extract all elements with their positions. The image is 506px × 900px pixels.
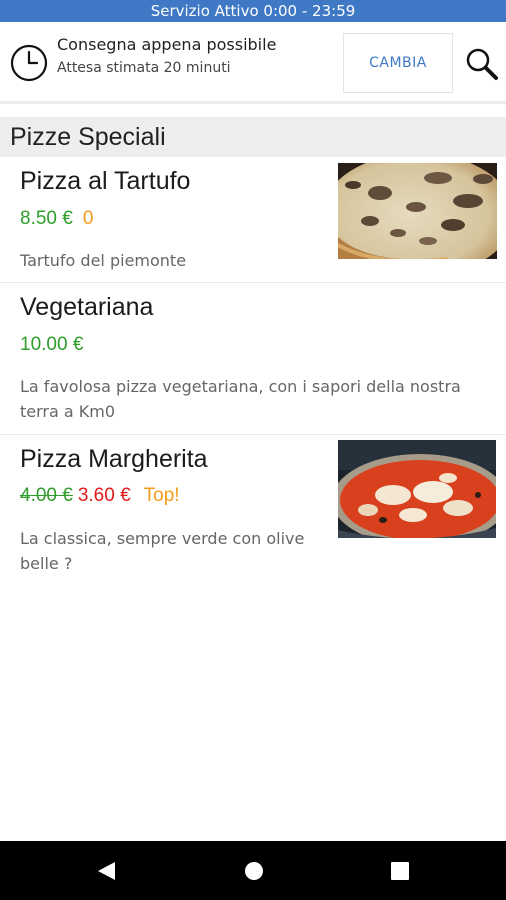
item-price-row: 8.50 € 0 xyxy=(20,208,93,230)
item-old-price: 4.00 € xyxy=(20,485,73,506)
delivery-header: Consegna appena possibile Attesa stimata… xyxy=(0,22,506,104)
clock-icon xyxy=(10,44,48,82)
menu-item-vegetariana[interactable]: Vegetariana 10.00 € La favolosa pizza ve… xyxy=(0,283,506,435)
system-navigation-bar xyxy=(0,841,506,900)
recents-icon[interactable] xyxy=(390,861,410,881)
home-icon[interactable] xyxy=(243,860,265,882)
item-name: Vegetariana xyxy=(20,293,154,321)
item-extra-badge: 0 xyxy=(82,208,94,229)
back-icon[interactable] xyxy=(95,860,117,882)
menu-item-pizza-al-tartufo[interactable]: Pizza al Tartufo 8.50 € 0 Tartufo del pie… xyxy=(0,157,506,283)
category-header: Pizze Speciali xyxy=(0,117,506,157)
item-name: Pizza Margherita xyxy=(20,445,208,473)
item-price: 10.00 € xyxy=(20,334,84,355)
search-icon[interactable] xyxy=(464,46,500,82)
item-discount-price: 3.60 € xyxy=(77,485,131,506)
item-description: La classica, sempre verde con olive bell… xyxy=(20,529,305,573)
item-name: Pizza al Tartufo xyxy=(20,167,191,195)
item-price-row: 4.00 €3.60 € Top! xyxy=(20,485,180,507)
pizza-margherita-photo xyxy=(338,440,496,538)
estimated-wait: Attesa stimata 20 minuti xyxy=(57,60,231,76)
item-description: Tartufo del piemonte xyxy=(20,251,187,270)
pizza-tartufo-photo xyxy=(338,163,497,259)
item-price: 8.50 € xyxy=(20,208,73,229)
item-description: La favolosa pizza vegetariana, con i sap… xyxy=(20,377,461,421)
delivery-time-title: Consegna appena possibile xyxy=(57,35,277,54)
service-status-bar: Servizio Attivo 0:00 - 23:59 xyxy=(0,0,506,22)
item-price-row: 10.00 € xyxy=(20,334,83,356)
menu-item-pizza-margherita[interactable]: Pizza Margherita 4.00 €3.60 € Top! La cla… xyxy=(0,435,506,583)
top-badge: Top! xyxy=(143,485,180,506)
change-delivery-button[interactable]: CAMBIA xyxy=(343,33,453,93)
